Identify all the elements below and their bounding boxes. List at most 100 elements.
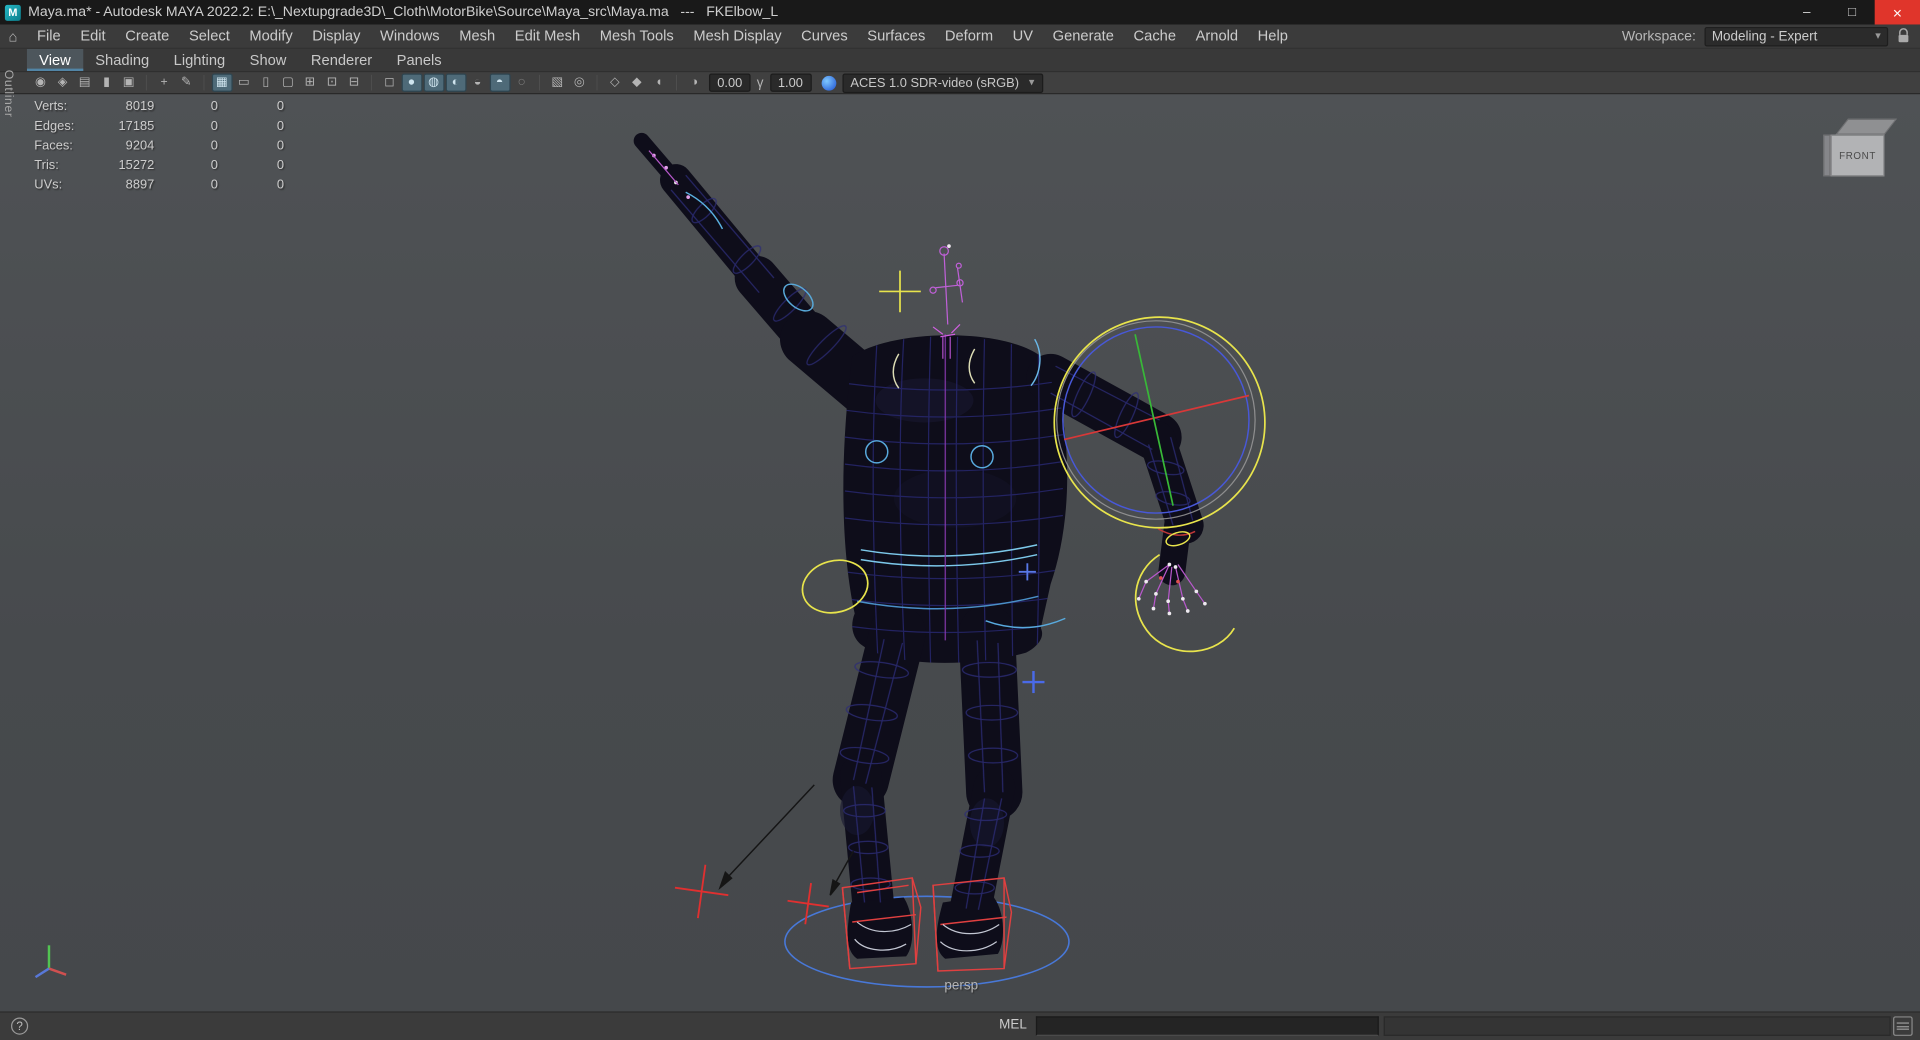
menu-modify[interactable]: Modify: [240, 24, 303, 47]
close-button[interactable]: ×: [1874, 0, 1920, 25]
hud-row-verts: Verts: 8019 0 0: [34, 99, 285, 114]
menu-mesh-tools[interactable]: Mesh Tools: [590, 24, 684, 47]
shadows-icon[interactable]: ◒: [467, 73, 488, 91]
xray-icon[interactable]: ◆: [626, 73, 647, 91]
script-editor-icon[interactable]: [1893, 1016, 1913, 1036]
home-icon[interactable]: ⌂: [0, 28, 27, 45]
panel-menu-shading[interactable]: Shading: [83, 49, 161, 71]
gate-mask-icon[interactable]: ▢: [277, 73, 298, 91]
view-cube[interactable]: FRONT: [1823, 116, 1897, 187]
resolution-gate-icon[interactable]: ▯: [255, 73, 276, 91]
character-model[interactable]: [633, 132, 1204, 959]
panel-menu-view[interactable]: View: [26, 48, 84, 72]
workspace-value: Modeling - Expert: [1711, 28, 1818, 44]
select-camera-icon[interactable]: ◉: [30, 73, 51, 91]
window-title: Maya.ma* - Autodesk MAYA 2022.2: E:\_Nex…: [28, 4, 779, 20]
menu-file[interactable]: File: [27, 24, 70, 47]
menu-select[interactable]: Select: [179, 24, 239, 47]
grease-pencil-icon[interactable]: ✎: [176, 73, 197, 91]
multisample-aa-icon[interactable]: ▧: [547, 73, 568, 91]
menu-mesh-display[interactable]: Mesh Display: [684, 24, 792, 47]
2d-pan-zoom-icon[interactable]: +: [154, 73, 175, 91]
gamma-icon[interactable]: γ: [757, 75, 764, 90]
translate-marker-large[interactable]: [1022, 671, 1045, 694]
isolate-select-icon[interactable]: ◇: [604, 73, 625, 91]
smooth-shade-icon[interactable]: ●: [401, 73, 422, 92]
chevron-down-icon: ▾: [1028, 75, 1035, 89]
lock-icon[interactable]: [1897, 28, 1910, 44]
menu-edit-mesh[interactable]: Edit Mesh: [505, 24, 590, 47]
mel-command-input[interactable]: [1035, 1016, 1379, 1036]
panel-menu-lighting[interactable]: Lighting: [161, 49, 237, 71]
viewport-scene[interactable]: [0, 94, 1920, 1011]
exposure-field[interactable]: [708, 73, 751, 92]
camera-attributes-icon[interactable]: ▤: [74, 73, 95, 91]
color-management-icon[interactable]: [821, 75, 836, 91]
depth-of-field-icon[interactable]: ◎: [569, 73, 590, 91]
title-bar: M Maya.ma* - Autodesk MAYA 2022.2: E:\_N…: [0, 0, 1920, 25]
wireframe-mode-icon[interactable]: ◻: [379, 73, 400, 91]
panel-toolbar: ◉◈▤▮▣ +✎ ▦▭▯▢⊞⊡⊟ ◻●◍◐◒◓◌ ▧◎ ◇◆◖ ◑ γ ACES 1.0 …: [0, 72, 1920, 95]
grid-icon[interactable]: ▦: [211, 73, 233, 92]
menu-surfaces[interactable]: Surfaces: [858, 24, 936, 47]
motion-blur-icon[interactable]: ◌: [511, 73, 532, 91]
gamma-field[interactable]: [769, 73, 812, 92]
view-cube-front-face[interactable]: FRONT: [1830, 134, 1885, 177]
panel-menu-bar: View Shading Lighting Show Renderer Panels: [0, 48, 1920, 73]
pivot-cross-right[interactable]: [785, 880, 832, 927]
menu-bar-items: File Edit Create Select Modify Display Windows…: [27, 24, 1297, 47]
image-plane-icon[interactable]: ▣: [118, 73, 139, 91]
mel-toggle[interactable]: MEL: [999, 1018, 1027, 1033]
restore-button[interactable]: □: [1829, 0, 1874, 24]
ik-crosshair[interactable]: [879, 270, 921, 313]
menu-help[interactable]: Help: [1248, 24, 1298, 47]
menu-cache[interactable]: Cache: [1124, 24, 1186, 47]
hand-rig[interactable]: [1136, 562, 1207, 616]
menu-bar: ⌂ File Edit Create Select Modify Display Windo…: [0, 24, 1920, 49]
view-cube-side-face[interactable]: [1823, 134, 1831, 177]
film-gate-icon[interactable]: ▭: [233, 73, 254, 91]
color-space-dropdown[interactable]: ACES 1.0 SDR-video (sRGB) ▾: [841, 72, 1043, 93]
help-icon[interactable]: ?: [11, 1017, 29, 1035]
ground-control-circle[interactable]: [784, 895, 1070, 988]
safe-action-icon[interactable]: ⊡: [321, 73, 342, 91]
use-all-lights-icon[interactable]: ◐: [445, 73, 466, 92]
outliner-tab[interactable]: Outliner: [1, 70, 14, 124]
toolbar-separator: [145, 74, 147, 91]
screen-space-ao-icon[interactable]: ◓: [489, 73, 511, 92]
view-cube-top-face[interactable]: [1835, 118, 1897, 135]
workspace-label: Workspace:: [1621, 28, 1696, 44]
lock-camera-icon[interactable]: ◈: [52, 73, 73, 91]
menu-edit[interactable]: Edit: [71, 24, 116, 47]
view-axis-gizmo: [34, 945, 67, 979]
panel-menu-items: View Shading Lighting Show Renderer Panels: [26, 48, 454, 72]
bookmark-icon[interactable]: ▮: [96, 73, 117, 91]
field-chart-icon[interactable]: ⊞: [299, 73, 320, 91]
menu-generate[interactable]: Generate: [1043, 24, 1124, 47]
menu-display[interactable]: Display: [302, 24, 370, 47]
textured-icon[interactable]: ◍: [423, 73, 444, 92]
safe-title-icon[interactable]: ⊟: [343, 73, 364, 91]
maya-app-icon: M: [4, 4, 21, 21]
exposure-icon[interactable]: ◑: [684, 73, 705, 91]
hud-row-uvs: UVs: 8897 0 0: [34, 177, 285, 193]
panel-toolbar-icons: ◉ ◈ ▤ ▮ ▣ + ✎ ▦ ▭ ▯ ▢ ⊞ ⊡ ⊟ ◻ ● ◍ ◐ ◒ ◓ ◌ ▧ ◎ ◇ ◆ ◖: [29, 73, 683, 92]
menu-deform[interactable]: Deform: [935, 24, 1003, 47]
workspace-dropdown[interactable]: Modeling - Expert ▾: [1704, 26, 1889, 46]
menu-curves[interactable]: Curves: [791, 24, 857, 47]
chevron-down-icon: ▾: [1875, 29, 1881, 42]
menu-mesh[interactable]: Mesh: [449, 24, 505, 47]
menu-windows[interactable]: Windows: [370, 24, 449, 47]
menu-uv[interactable]: UV: [1003, 24, 1043, 47]
panel-menu-renderer[interactable]: Renderer: [299, 49, 385, 71]
viewport-persp[interactable]: Verts: 8019 0 0 Edges: 17185 0 0 Faces: 9204 0 0 Tri…: [0, 94, 1920, 1012]
command-response-field[interactable]: [1383, 1016, 1891, 1036]
panel-menu-panels[interactable]: Panels: [384, 49, 453, 71]
hud-row-edges: Edges: 17185 0 0: [34, 118, 285, 134]
xray-joints-icon[interactable]: ◖: [648, 73, 669, 91]
minimize-button[interactable]: –: [1784, 0, 1829, 24]
panel-menu-show[interactable]: Show: [237, 49, 298, 71]
menu-arnold[interactable]: Arnold: [1186, 24, 1248, 47]
menu-create[interactable]: Create: [115, 24, 179, 47]
pivot-cross-left[interactable]: [671, 861, 732, 922]
